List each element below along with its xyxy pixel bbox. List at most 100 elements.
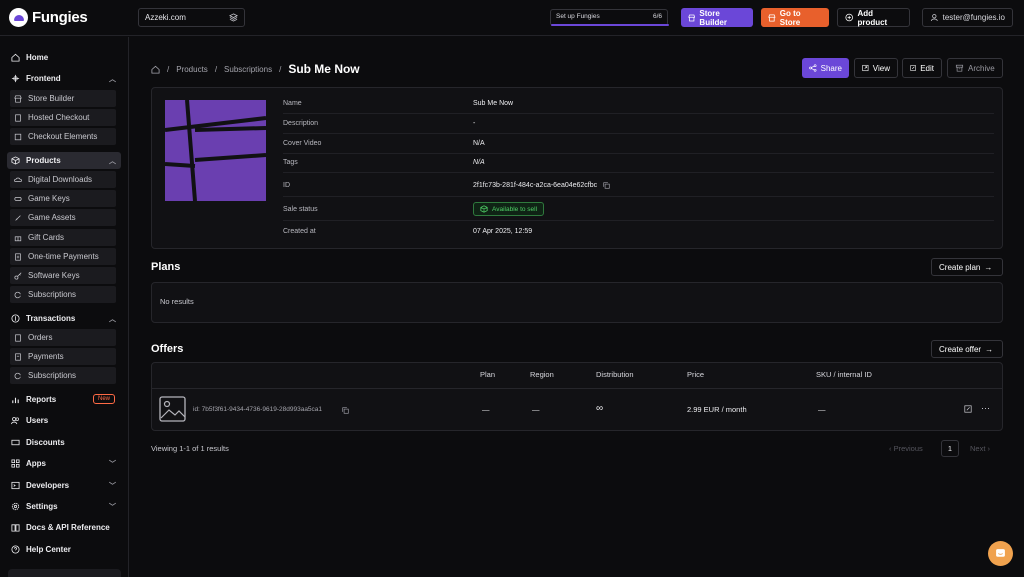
sidebar-item-frontend[interactable]: Frontend ︿: [7, 70, 121, 87]
sidebar-item-transaction-subscriptions[interactable]: Subscriptions: [10, 367, 116, 384]
sidebar-item-hosted-checkout[interactable]: Hosted Checkout: [10, 109, 116, 126]
sidebar-item-apps[interactable]: Apps ﹀: [7, 455, 121, 472]
receipt-icon: [15, 333, 21, 342]
store-icon: [688, 14, 696, 21]
page-title: Sub Me Now: [288, 62, 360, 76]
sidebar-item-label: Developers: [26, 481, 70, 490]
sidebar-item-game-assets[interactable]: Game Assets: [10, 209, 116, 226]
sidebar: Home Frontend ︿ Store Builder Hosted Che…: [0, 37, 129, 577]
dollar-icon: [11, 314, 20, 323]
sidebar-item-store-builder[interactable]: Store Builder: [10, 90, 116, 107]
sidebar-item-label: Checkout Elements: [28, 132, 98, 141]
home-icon[interactable]: [151, 65, 160, 74]
detail-row-sale-status: Sale status Available to sell: [283, 198, 994, 221]
arrow-right-icon: →: [984, 262, 993, 272]
sidebar-item-checkout-elements[interactable]: Checkout Elements: [10, 128, 116, 145]
breadcrumb-subscriptions[interactable]: Subscriptions: [224, 65, 272, 74]
setup-progress[interactable]: Set up Fungies 6/6: [550, 9, 669, 26]
sidebar-item-help[interactable]: Help Center: [7, 541, 121, 558]
box-icon: [480, 205, 488, 213]
create-offer-button[interactable]: Create offer →: [931, 340, 1003, 358]
next-page-button[interactable]: Next ›: [970, 444, 990, 453]
gift-icon: [14, 235, 22, 241]
sidebar-item-label: Software Keys: [28, 271, 80, 280]
setup-count: 6/6: [652, 13, 662, 20]
store-select[interactable]: Azzeki.com: [138, 8, 245, 27]
sidebar-item-label: Reports: [26, 395, 57, 404]
code-icon: [11, 481, 20, 490]
offer-sku: —: [818, 405, 826, 414]
product-id: 2f1fc73b-281f-484c-a2ca-6ea04e62cfbc: [473, 181, 598, 189]
breadcrumb-products[interactable]: Products: [176, 65, 208, 74]
logo[interactable]: Fungies: [9, 8, 88, 27]
sidebar-item-game-keys[interactable]: Game Keys: [10, 190, 116, 207]
sidebar-item-gift-cards[interactable]: Gift Cards: [10, 229, 116, 246]
create-offer-label: Create offer: [939, 344, 982, 354]
sidebar-item-docs[interactable]: Docs & API Reference: [7, 519, 121, 536]
sidebar-item-label: Gift Cards: [28, 233, 65, 242]
pagination-summary: Viewing 1-1 of 1 results: [151, 444, 229, 453]
copy-icon[interactable]: [603, 181, 610, 189]
detail-row-description: Description -: [283, 114, 994, 134]
sidebar-item-discounts[interactable]: Discounts: [7, 434, 121, 451]
view-button[interactable]: View: [854, 58, 898, 78]
sidebar-item-label: One-time Payments: [28, 252, 99, 261]
sidebar-item-reports[interactable]: Reports New: [7, 391, 121, 408]
status-text: Available to sell: [492, 205, 538, 213]
sidebar-item-products[interactable]: Products ︿: [7, 152, 121, 169]
chat-launcher[interactable]: [988, 541, 1013, 566]
store-builder-label: Store Builder: [699, 8, 727, 27]
archive-button[interactable]: Archive: [947, 58, 1003, 78]
previous-page-button[interactable]: ‹ Previous: [889, 444, 923, 453]
plans-title: Plans: [151, 261, 181, 273]
chevron-up-icon: ︿: [109, 158, 116, 165]
sidebar-item-subscriptions[interactable]: Subscriptions: [10, 286, 116, 303]
view-label: View: [872, 63, 890, 73]
detail-label: Tags: [283, 159, 298, 166]
sidebar-item-developers[interactable]: Developers ﹀: [7, 477, 121, 494]
frontend-icon: [11, 74, 20, 83]
top-bar: Fungies Azzeki.com Set up Fungies 6/6 St…: [0, 0, 1024, 36]
sidebar-item-transactions[interactable]: Transactions ︿: [7, 310, 121, 327]
user-email: tester@fungies.io: [942, 13, 1005, 22]
share-button[interactable]: Share: [802, 58, 849, 78]
sidebar-item-software-keys[interactable]: Software Keys: [10, 267, 116, 284]
offer-plan: —: [482, 405, 490, 414]
sidebar-item-settings[interactable]: Settings ﹀: [7, 498, 121, 515]
sidebar-item-payments[interactable]: Payments: [10, 348, 116, 365]
logo-text: Fungies: [32, 9, 88, 26]
copy-icon[interactable]: [342, 407, 349, 414]
sidebar-promo-card[interactable]: [8, 569, 121, 577]
new-badge: New: [92, 394, 115, 404]
store-builder-button[interactable]: Store Builder: [681, 8, 753, 27]
table-divider: [152, 388, 1002, 389]
sidebar-item-label: Digital Downloads: [28, 175, 93, 184]
add-product-button[interactable]: Add product: [837, 8, 910, 27]
edit-button[interactable]: Edit: [902, 58, 942, 78]
user-menu[interactable]: tester@fungies.io: [922, 8, 1013, 27]
store-icon: [14, 94, 22, 103]
detail-label: Name: [283, 100, 302, 107]
offer-distribution: ∞: [596, 403, 604, 414]
external-link-icon: [862, 64, 869, 72]
go-to-store-button[interactable]: Go to Store: [761, 8, 829, 27]
cloud-icon: [14, 177, 22, 182]
sidebar-item-one-time-payments[interactable]: One-time Payments: [10, 248, 116, 265]
product-description: -: [473, 120, 476, 127]
sidebar-item-digital-downloads[interactable]: Digital Downloads: [10, 171, 116, 188]
sidebar-item-home[interactable]: Home: [7, 49, 121, 66]
sidebar-item-orders[interactable]: Orders: [10, 329, 116, 346]
product-tags: N/A: [473, 159, 485, 166]
more-icon[interactable]: ⋯: [981, 403, 990, 414]
detail-label: ID: [283, 181, 290, 189]
sidebar-item-label: Transactions: [26, 314, 76, 323]
current-page[interactable]: 1: [941, 440, 959, 457]
column-header-price: Price: [687, 370, 705, 379]
offer-region: —: [532, 405, 540, 414]
create-plan-button[interactable]: Create plan →: [931, 258, 1003, 276]
gear-icon: [11, 502, 20, 511]
breadcrumb-separator: /: [279, 64, 282, 74]
column-header-region: Region: [530, 370, 554, 379]
edit-icon[interactable]: [964, 405, 972, 413]
sidebar-item-users[interactable]: Users: [7, 412, 121, 429]
